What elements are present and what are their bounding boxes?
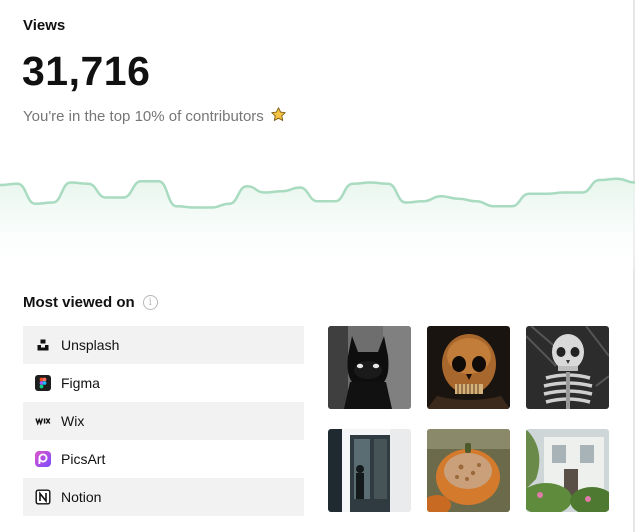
photo-house-garden[interactable]: [526, 429, 609, 512]
platform-item-figma[interactable]: Figma: [23, 364, 304, 402]
photo-pumpkin[interactable]: [427, 429, 510, 512]
photo-skeleton[interactable]: [526, 326, 609, 409]
picsart-icon: [35, 451, 51, 467]
contributor-rank-text: You're in the top 10% of contributors: [23, 106, 287, 127]
platform-label: Unsplash: [61, 337, 120, 353]
contributor-rank-label: You're in the top 10% of contributors: [23, 108, 264, 125]
chart-area-fill: [0, 178, 635, 270]
platform-label: Notion: [61, 489, 102, 505]
views-label: Views: [23, 17, 66, 34]
platform-item-picsart[interactable]: PicsArt: [23, 440, 304, 478]
most-viewed-heading: Most viewed on i: [23, 294, 158, 311]
platform-label: PicsArt: [61, 451, 106, 467]
views-count: 31,716: [22, 48, 151, 94]
figma-icon: [35, 375, 51, 391]
unsplash-icon: [35, 337, 51, 353]
photo-doorway[interactable]: [328, 429, 411, 512]
photo-orange-skull[interactable]: [427, 326, 510, 409]
most-viewed-title: Most viewed on: [23, 294, 135, 311]
photo-batman-figure[interactable]: [328, 326, 411, 409]
platform-item-wix[interactable]: Wix: [23, 402, 304, 440]
platform-item-unsplash[interactable]: Unsplash: [23, 326, 304, 364]
wix-icon: [35, 413, 51, 429]
platform-label: Figma: [61, 375, 100, 391]
info-icon[interactable]: i: [142, 295, 158, 310]
star-icon: [270, 106, 287, 127]
platform-list: Unsplash Figma Wix PicsArt Notion: [23, 326, 304, 516]
platform-item-notion[interactable]: Notion: [23, 478, 304, 516]
views-area-chart: [0, 177, 635, 270]
platform-label: Wix: [61, 413, 85, 429]
notion-icon: [35, 489, 51, 505]
